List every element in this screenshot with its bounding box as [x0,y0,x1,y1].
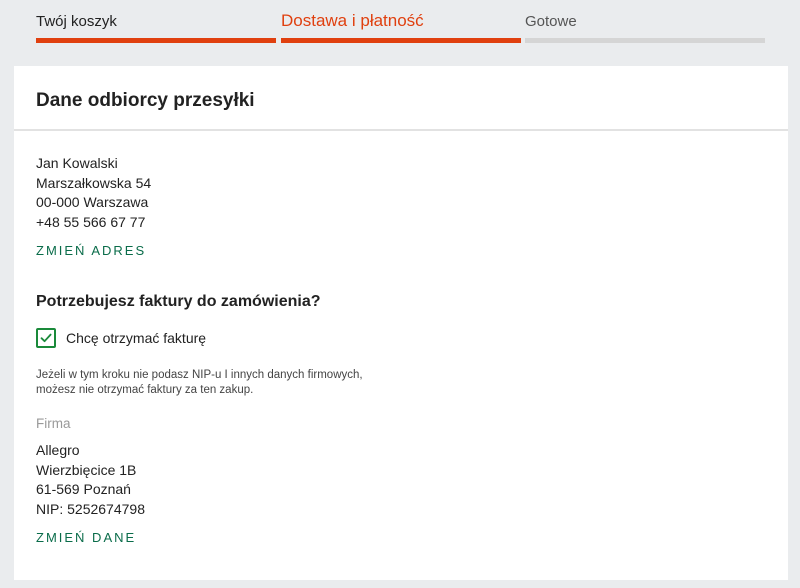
invoice-note: Jeżeli w tym kroku nie podasz NIP-u I in… [36,368,396,398]
change-data-link[interactable]: ZMIEŃ DANE [36,530,136,545]
step-delivery-bar [281,38,521,43]
checkmark-icon [40,333,52,343]
recipient-address: Jan Kowalski Marszałkowska 54 00-000 War… [36,154,151,232]
step-cart-label: Twój koszyk [36,13,117,30]
recipient-city: 00-000 Warszawa [36,194,149,210]
firm-label: Firma [36,416,71,431]
firm-name: Allegro [36,442,80,458]
step-done: Gotowe [525,0,765,44]
invoice-checkbox-label[interactable]: Chcę otrzymać fakturę [66,330,206,346]
invoice-note-line2: możesz nie otrzymać faktury za ten zakup… [36,384,254,396]
card-title: Dane odbiorcy przesyłki [36,90,255,111]
invoice-checkbox[interactable] [36,328,56,348]
firm-details: Allegro Wierzbięcice 1B 61-569 Poznań NI… [36,441,145,519]
change-address-link[interactable]: ZMIEŃ ADRES [36,243,146,258]
step-delivery: Dostawa i płatność [281,0,521,44]
invoice-note-line1: Jeżeli w tym kroku nie podasz NIP-u I in… [36,369,363,381]
firm-street: Wierzbięcice 1B [36,461,137,478]
checkout-steps: Twój koszyk Dostawa i płatność Gotowe [36,0,765,66]
divider [14,129,788,131]
recipient-phone: +48 55 566 67 77 [36,213,146,230]
step-cart[interactable]: Twój koszyk [36,0,276,44]
recipient-card: Dane odbiorcy przesyłki Jan Kowalski Mar… [14,66,788,580]
firm-nip: NIP: 5252674798 [36,500,145,517]
recipient-street: Marszałkowska 54 [36,174,152,191]
step-delivery-label: Dostawa i płatność [281,11,424,30]
step-done-label: Gotowe [525,13,577,30]
step-done-bar [525,38,765,43]
recipient-name: Jan Kowalski [36,155,118,171]
firm-city: 61-569 Poznań [36,481,131,497]
step-cart-bar [36,38,276,43]
invoice-question: Potrzebujesz faktury do zamówienia? [36,293,321,310]
